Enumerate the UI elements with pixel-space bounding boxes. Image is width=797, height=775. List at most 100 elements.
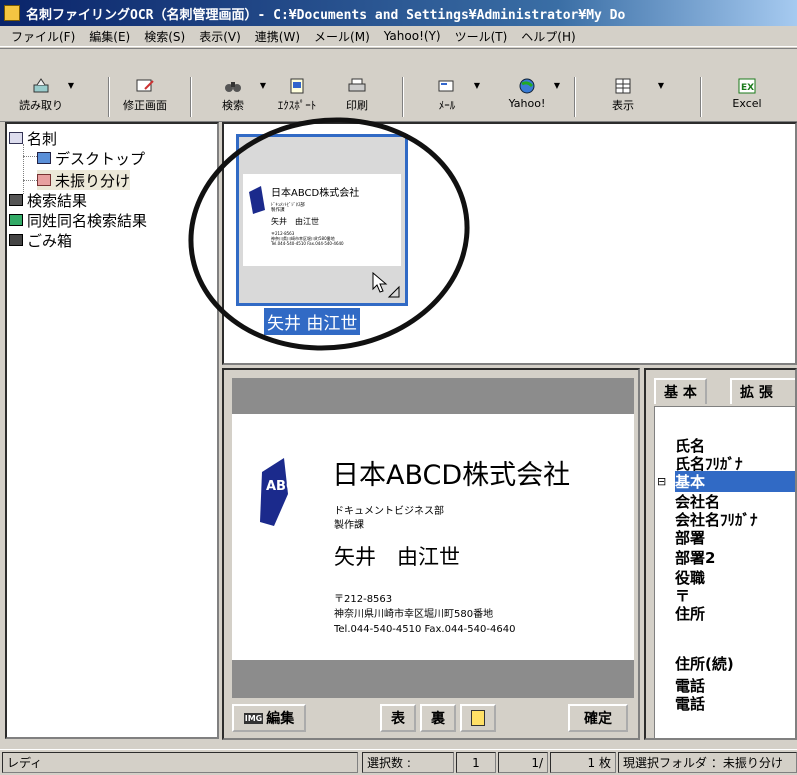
memo-icon (471, 710, 485, 726)
card-detail-pane: ABCD 日本ABCD株式会社 ドキュメントビジネス部 製作課 矢井 由江世 〒… (222, 368, 640, 740)
edit-button[interactable]: IMG 編集 (232, 704, 306, 732)
trash-icon (9, 234, 23, 246)
memo-button[interactable] (460, 704, 496, 732)
field-phone-2[interactable]: 電話 (675, 693, 705, 714)
card-company: 日本ABCD株式会社 (332, 460, 570, 491)
field-address[interactable]: 住所 (675, 603, 705, 624)
excel-button[interactable]: EX Excel (712, 77, 782, 121)
status-bar: レディ 選択数 : 1 1/ 1 枚 現選択フォルダ ：未振り分け (0, 749, 797, 775)
card-image: ABCD 日本ABCD株式会社 ドキュメントビジネス部 製作課 矢井 由江世 〒… (232, 414, 634, 660)
printer-icon (348, 78, 366, 92)
card-image-svg: ABCD 日本ABCD株式会社 ドキュメントビジネス部 製作課 矢井 由江世 〒… (260, 458, 570, 635)
status-page: 1/ (498, 752, 548, 773)
tree-label-unsorted: 未振り分け (55, 171, 131, 190)
mail-icon (438, 80, 454, 92)
yahoo-label: Yahoo! (508, 97, 546, 110)
menu-yahoo[interactable]: Yahoo!(Y) (377, 29, 448, 43)
read-label: 読み取り (19, 99, 63, 112)
chevron-down-icon[interactable]: ▼ (68, 81, 74, 90)
tree-label-desktop: デスクトップ (55, 149, 146, 168)
tree-item-trash[interactable]: ごみ箱 (9, 230, 72, 250)
card-phone: Tel.044-540-4510 Fax.044-540-4640 (333, 624, 515, 635)
status-total: 1 枚 (550, 752, 616, 773)
binoculars-icon (9, 194, 23, 206)
toolbar: 読み取り ▼ 修正画面 検索 ▼ ｴｸｽﾎﾟｰﾄ 印刷 ﾒｰﾙ ▼ Yahoo!… (0, 48, 797, 122)
detail-toolbar: IMG 編集 表 裏 確定 (232, 704, 634, 736)
menu-link[interactable]: 連携(W) (248, 28, 307, 45)
menu-tools[interactable]: ツール(T) (448, 28, 515, 45)
scanner-icon (33, 78, 49, 93)
export-icon (290, 78, 304, 94)
window-titlebar[interactable]: 名刺ファイリングOCR（名刺管理画面）- C:¥Documents and Se… (0, 0, 797, 26)
img-icon: IMG (243, 712, 264, 724)
tree-item-search-results[interactable]: 検索結果 (9, 190, 87, 210)
tree-item-same-name[interactable]: 同姓同名検索結果 (9, 210, 147, 230)
menu-bar: ファイル(F) 編集(E) 検索(S) 表示(V) 連携(W) メール(M) Y… (0, 26, 797, 47)
print-label: 印刷 (346, 99, 368, 112)
chevron-down-icon[interactable]: ▼ (658, 81, 664, 90)
tree-label-root: 名刺 (27, 129, 58, 148)
confirm-label: 確定 (584, 711, 612, 727)
card-edit-icon (136, 79, 154, 92)
view-label: 表示 (612, 99, 634, 112)
card-address: 神奈川県川崎市幸区堀川町580番地 (334, 607, 493, 620)
menu-help[interactable]: ヘルプ(H) (514, 28, 582, 45)
svg-text:EX: EX (741, 83, 754, 93)
tab-extended[interactable]: 拡 張 (730, 378, 795, 404)
field-department[interactable]: 部署 (675, 527, 705, 548)
field-department2[interactable]: 部署2 (675, 547, 715, 568)
grid-view-icon (615, 78, 631, 94)
tree-label-same-name: 同姓同名検索結果 (27, 211, 148, 230)
tree-item-desktop[interactable]: デスクトップ (37, 148, 145, 168)
tab-extended-label: 拡 張 (740, 385, 773, 401)
chevron-down-icon[interactable]: ▼ (554, 81, 560, 90)
mail-label: ﾒｰﾙ (438, 99, 456, 112)
fields-pane: 基 本 拡 張 氏名 氏名ﾌﾘｶﾞﾅ ⊟ 基本 会社名 会社名ﾌﾘｶﾞﾅ 部署 … (644, 368, 797, 740)
chevron-down-icon[interactable]: ▼ (474, 81, 480, 90)
window-title: 名刺ファイリングOCR（名刺管理画面）- C:¥Documents and Se… (26, 7, 626, 23)
confirm-button[interactable]: 確定 (568, 704, 628, 732)
edit-screen-button[interactable]: 修正画面 (110, 77, 180, 121)
card-folder-icon (9, 132, 23, 144)
tree-item-unsorted[interactable]: 未振り分け (37, 170, 131, 190)
menu-search[interactable]: 検索(S) (137, 28, 192, 45)
card-department: ドキュメントビジネス部 (334, 504, 444, 517)
card-background-bottom (232, 660, 634, 698)
field-basic-group[interactable]: 基本 (675, 471, 795, 492)
status-selected-count: 1 (456, 752, 496, 773)
card-background-top (232, 378, 634, 414)
field-address-cont[interactable]: 住所(続) (675, 653, 734, 674)
mail-button[interactable]: ﾒｰﾙ ▼ (412, 77, 482, 121)
unsorted-folder-icon (37, 174, 51, 186)
app-icon (4, 5, 20, 21)
view-button[interactable]: 表示 ▼ (588, 77, 664, 121)
card-back-icon: 裏 (431, 711, 445, 727)
front-side-button[interactable]: 表 (380, 704, 416, 732)
edit-label: 編集 (266, 711, 295, 727)
yahoo-button[interactable]: Yahoo! ▼ (492, 77, 562, 121)
status-selected-label: 選択数 : (362, 752, 454, 773)
back-side-button[interactable]: 裏 (420, 704, 456, 732)
collapse-icon[interactable]: ⊟ (657, 475, 666, 488)
folder-tree[interactable]: 名刺 デスクトップ 未振り分け 検索結果 同姓同名検索結果 ごみ箱 (5, 122, 219, 739)
tab-basic[interactable]: 基 本 (654, 378, 707, 404)
logo-text: ABCD (266, 479, 307, 494)
desktop-folder-icon (37, 152, 51, 164)
read-button[interactable]: 読み取り ▼ (6, 77, 76, 121)
excel-label: Excel (732, 97, 762, 110)
binoculars-icon (225, 82, 241, 92)
tree-item-root[interactable]: 名刺 (9, 128, 57, 148)
menu-edit[interactable]: 編集(E) (82, 28, 137, 45)
menu-file[interactable]: ファイル(F) (4, 28, 82, 45)
status-ready: レディ (2, 752, 358, 773)
menu-mail[interactable]: メール(M) (307, 28, 377, 45)
search-button[interactable]: 検索 ▼ (198, 77, 268, 121)
field-list[interactable]: 氏名 氏名ﾌﾘｶﾞﾅ ⊟ 基本 会社名 会社名ﾌﾘｶﾞﾅ 部署 部署2 役職 〒… (654, 406, 795, 738)
status-folder: 現選択フォルダ ：未振り分け (618, 752, 797, 773)
menu-view[interactable]: 表示(V) (192, 28, 248, 45)
tree-label-search-results: 検索結果 (27, 191, 88, 210)
card-postal: 〒212-8563 (334, 594, 392, 605)
print-button[interactable]: 印刷 (322, 77, 392, 121)
tree-label-trash: ごみ箱 (27, 231, 73, 250)
search-label: 検索 (222, 99, 244, 112)
